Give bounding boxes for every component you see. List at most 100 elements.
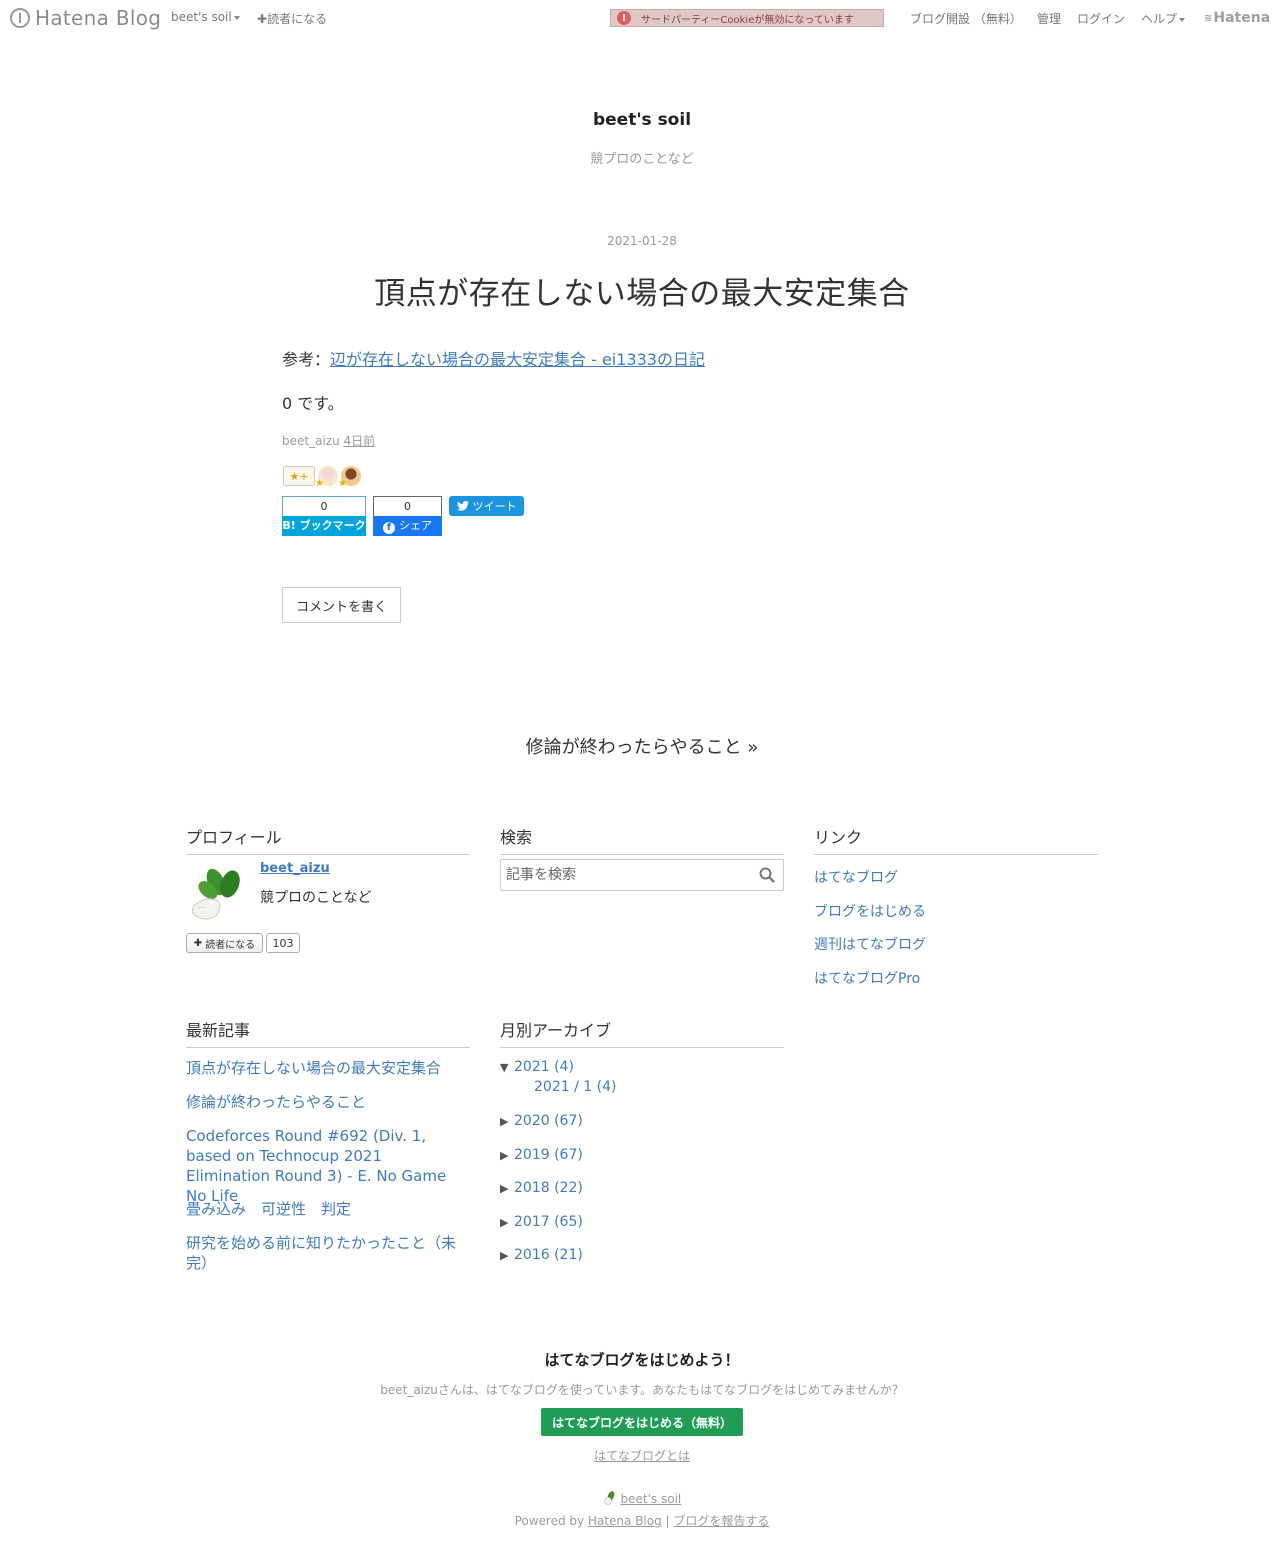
footer-blog-link[interactable]: beet's soil (0, 1491, 1284, 1506)
link-hatena-blog[interactable]: はてなブログ (814, 867, 898, 887)
archive-year-label: 2018 (22) (514, 1180, 583, 1196)
collapsed-triangle-icon[interactable]: ▶ (500, 1115, 514, 1128)
star-user-avatar[interactable]: ★ (338, 466, 361, 489)
entry-time-link[interactable]: 4日前 (344, 434, 376, 448)
hatena-logo[interactable]: ≋ Hatena (1204, 10, 1270, 26)
collapsed-triangle-icon[interactable]: ▶ (500, 1216, 514, 1229)
recent-entry-link[interactable]: Codeforces Round #692 (Div. 1, based on … (186, 1126, 470, 1206)
about-hatena-blog-link[interactable]: はてなブログとは (594, 1449, 690, 1463)
plus-icon: ✚ (257, 12, 268, 26)
entry-footer-meta: beet_aizu 4日前 (282, 432, 375, 449)
collapsed-triangle-icon[interactable]: ▶ (500, 1249, 514, 1262)
help-label: ヘルプ (1141, 12, 1178, 26)
archive-year-2017[interactable]: ▶ 2017 (65) (500, 1214, 583, 1230)
profile-subscribe-label: 読者になる (205, 939, 256, 951)
collapsed-triangle-icon[interactable]: ▶ (500, 1182, 514, 1195)
archive-year-2016[interactable]: ▶ 2016 (21) (500, 1247, 583, 1263)
star-icon: ★ (315, 478, 324, 489)
archive-year-2020[interactable]: ▶ 2020 (67) (500, 1113, 583, 1129)
hatena-blog-logo-icon (10, 8, 30, 28)
recent-entry-link[interactable]: 研究を始める前に知りたかったこと（未完） (186, 1233, 470, 1273)
caret-down-icon (233, 15, 240, 20)
search-icon[interactable] (759, 867, 775, 883)
archive-year-2019[interactable]: ▶ 2019 (67) (500, 1147, 583, 1163)
blog-title[interactable]: beet's soil (0, 110, 1284, 130)
archive-year-label: 2021 (4) (514, 1059, 574, 1075)
tweet-button[interactable]: ツイート (449, 496, 524, 516)
twitter-bird-icon (456, 501, 469, 511)
archive-month-2021-1[interactable]: 2021 / 1 (4) (534, 1079, 616, 1095)
subscriber-count[interactable]: 103 (266, 933, 300, 953)
add-star-button[interactable]: ★+ (283, 466, 315, 486)
entry-author: beet_aizu (282, 434, 340, 448)
recent-entry-link[interactable]: 頂点が存在しない場合の最大安定集合 (186, 1058, 470, 1078)
plus-icon: ✚ (193, 937, 203, 949)
facebook-icon: f (383, 522, 395, 534)
star-user-avatar[interactable]: ★ (315, 466, 338, 489)
expanded-triangle-icon[interactable]: ▼ (500, 1061, 514, 1074)
hatena-logo-text: Hatena (1213, 10, 1271, 26)
bookmark-label: B! ブックマーク (282, 516, 366, 536)
profile-description: 競プロのことなど (260, 890, 372, 906)
next-entry-link[interactable]: 修論が終わったらやること » (0, 733, 1284, 759)
hatena-blog-logo[interactable]: Hatena Blog (10, 6, 161, 30)
search-form (500, 859, 784, 891)
help-menu[interactable]: ヘルプ (1141, 10, 1186, 27)
archive-year-2018[interactable]: ▶ 2018 (22) (500, 1180, 583, 1196)
archive-heading: 月別アーカイブ (500, 1017, 784, 1048)
archive-year-label: 2019 (67) (514, 1147, 583, 1163)
facebook-label: f シェア (373, 516, 442, 536)
admin-link[interactable]: 管理 (1037, 10, 1061, 27)
profile-subscribe-button[interactable]: ✚ 読者になる (186, 933, 263, 953)
warning-icon: ! (617, 11, 631, 25)
hatena-bookmark-button[interactable]: 0 B! ブックマーク (282, 496, 366, 536)
report-blog-link[interactable]: ブログを報告する (673, 1514, 769, 1528)
profile-avatar[interactable] (186, 860, 248, 922)
collapsed-triangle-icon[interactable]: ▶ (500, 1149, 514, 1162)
reference-prefix: 参考： (282, 350, 331, 369)
about-hatena-blog: はてなブログとは (0, 1447, 1284, 1464)
caret-down-icon (1179, 17, 1186, 22)
open-blog-link[interactable]: ブログ開設 （無料） (910, 10, 1022, 27)
cookie-warning-text: サードパーティーCookieが無効になっています (641, 14, 854, 26)
archive-year-label: 2017 (65) (514, 1214, 583, 1230)
recent-entry-link[interactable]: 修論が終わったらやること (186, 1092, 470, 1112)
link-weekly-hatena-blog[interactable]: 週刊はてなブログ (814, 934, 926, 954)
profile-heading: プロフィール (186, 824, 470, 855)
bookmark-count: 0 (282, 496, 366, 516)
blog-description: 競プロのことなど (590, 152, 694, 167)
login-link[interactable]: ログイン (1077, 10, 1125, 27)
blog-menu[interactable]: beet's soil (171, 10, 240, 24)
write-comment-button[interactable]: コメントを書く (282, 587, 401, 623)
hatena-blog-footer-link[interactable]: Hatena Blog (588, 1514, 662, 1528)
logo-text: Hatena Blog (35, 6, 162, 30)
search-heading: 検索 (500, 824, 784, 855)
search-input[interactable] (506, 864, 751, 886)
nav-subscribe-button[interactable]: ✚読者になる (257, 10, 327, 27)
archive-year-2021[interactable]: ▼ 2021 (4) (500, 1059, 574, 1075)
entry-date[interactable]: 2021-01-28 (0, 234, 1284, 248)
entry-title[interactable]: 頂点が存在しない場合の最大安定集合 (0, 268, 1284, 313)
profile-name-link[interactable]: beet_aizu (260, 861, 330, 876)
nav-subscribe-label: 読者になる (267, 12, 328, 26)
top-navbar: Hatena Blog beet's soil ✚読者になる ! サードパーティ… (0, 0, 1284, 36)
entry-body-text: 0 です。 (282, 394, 344, 413)
star-icon: ★ (338, 478, 347, 489)
link-start-blog[interactable]: ブログをはじめる (814, 901, 926, 921)
reference-link[interactable]: 辺が存在しない場合の最大安定集合 - ei1333の日記 (330, 350, 705, 369)
link-hatena-blog-pro[interactable]: はてなブログPro (814, 968, 920, 988)
footer-powered-by: Powered by Hatena Blog | ブログを報告する (0, 1512, 1284, 1529)
powered-by-text: Powered by (514, 1514, 585, 1528)
cta-title: はてなブログをはじめよう！ (544, 1351, 740, 1369)
blog-icon (603, 1491, 615, 1505)
footer-separator: | (665, 1514, 670, 1528)
start-hatena-blog-button[interactable]: はてなブログをはじめる（無料） (541, 1408, 743, 1436)
links-heading: リンク (814, 824, 1098, 855)
cookie-warning[interactable]: ! サードパーティーCookieが無効になっています (610, 9, 884, 27)
archive-year-label: 2016 (21) (514, 1247, 583, 1263)
facebook-share-button[interactable]: 0 f シェア (373, 496, 442, 536)
blog-menu-label: beet's soil (171, 10, 232, 24)
recent-entry-link[interactable]: 畳み込み 可逆性 判定 (186, 1199, 470, 1219)
tweet-label: ツイート (472, 500, 517, 513)
facebook-label-text: シェア (399, 519, 432, 532)
